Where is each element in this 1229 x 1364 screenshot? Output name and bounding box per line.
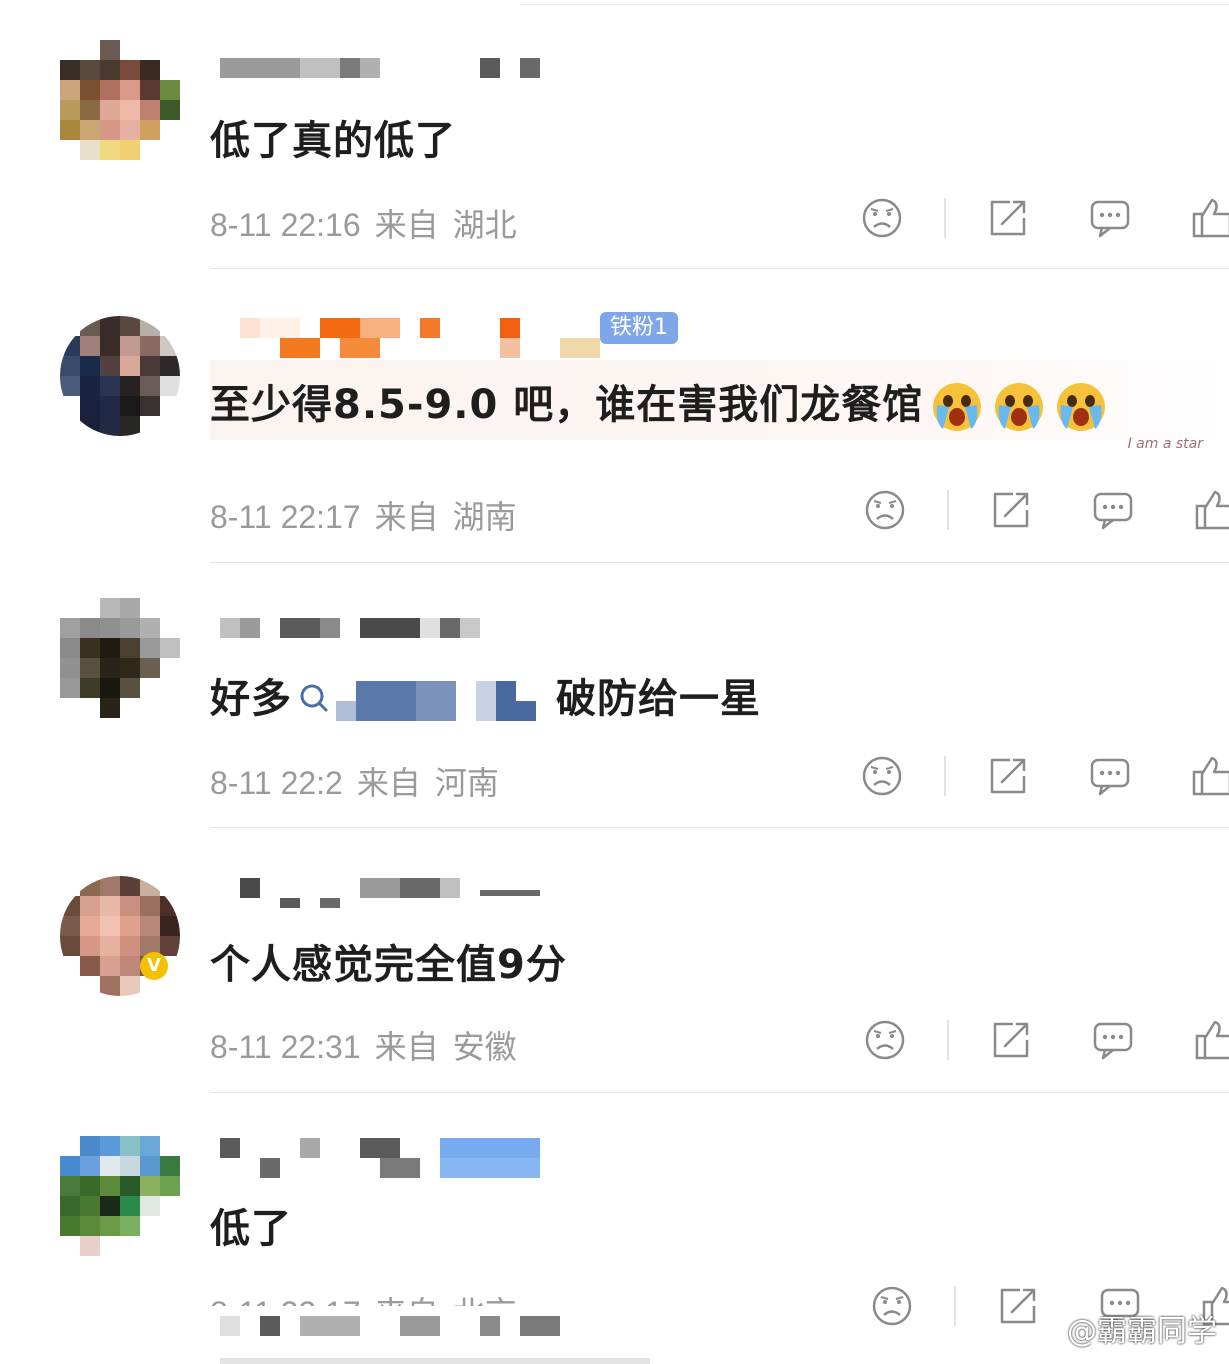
avatar[interactable]: [60, 316, 180, 436]
share-icon[interactable]: [986, 754, 1030, 798]
thumbs-up-icon[interactable]: [1193, 488, 1229, 532]
username-redacted[interactable]: [220, 1138, 560, 1178]
comment-location: 河南: [434, 765, 499, 801]
comment-actions: [860, 196, 1229, 244]
action-separator: [947, 1020, 949, 1060]
comment-text: 低了真的低了: [210, 118, 456, 164]
share-icon[interactable]: [989, 488, 1033, 532]
comment-divider: [210, 827, 1229, 828]
thumbs-up-icon[interactable]: [1190, 196, 1229, 240]
username-redacted[interactable]: [220, 618, 560, 644]
search-topic-redacted[interactable]: [336, 681, 556, 721]
comment-time: 8-11 22:16: [210, 207, 361, 243]
comment-bubble-icon[interactable]: [1088, 754, 1132, 798]
comment-meta: 8-11 22:17 来自 北京: [210, 1288, 531, 1306]
comment-from: 来自: [374, 1029, 439, 1065]
crying-emoji-icon: [1053, 379, 1109, 435]
comment-text: 个人感觉完全值9分: [210, 942, 567, 988]
comment-text-prefix: 好多: [210, 676, 292, 722]
action-separator: [944, 198, 946, 238]
comment-time: 8-11 22:17: [210, 499, 361, 535]
avatar[interactable]: [60, 1136, 180, 1256]
comment-time: 8-11 22:31: [210, 1029, 361, 1065]
username-redacted[interactable]: [220, 58, 560, 84]
search-icon[interactable]: [298, 678, 330, 724]
dislike-face-icon[interactable]: [863, 488, 907, 532]
avatar[interactable]: [60, 598, 180, 718]
share-icon[interactable]: [986, 196, 1030, 240]
comment-divider: [210, 1092, 1229, 1093]
comment-time: 8-11 22:2: [210, 765, 343, 801]
dislike-face-icon[interactable]: [863, 1018, 907, 1062]
thumbs-up-icon[interactable]: [1190, 754, 1229, 798]
comment-from: 来自: [374, 207, 439, 243]
comment-actions: [860, 754, 1229, 802]
comment-meta: 8-11 22:2 来自 河南: [210, 758, 513, 804]
dislike-face-icon[interactable]: [860, 754, 904, 798]
comment-meta: 8-11 22:17 来自 湖南: [210, 492, 531, 538]
comment-bubble-icon[interactable]: [1088, 196, 1132, 240]
username-redacted[interactable]: [220, 318, 600, 358]
comment-actions: [863, 1018, 1229, 1066]
comment-text-suffix: 破防给一星: [556, 676, 761, 722]
comment-location: 湖南: [452, 499, 517, 535]
avatar[interactable]: [60, 40, 180, 160]
top-divider: [520, 4, 1229, 5]
username-redacted-overlay: [220, 1316, 560, 1336]
thumbs-up-icon[interactable]: [1193, 1018, 1229, 1062]
crying-emoji-icon: [991, 379, 1047, 435]
crying-emoji-icon: [929, 379, 985, 435]
comment-location: 安徽: [452, 1029, 517, 1065]
comment-location: 北京: [453, 1295, 517, 1306]
action-separator: [944, 756, 946, 796]
share-icon[interactable]: [989, 1018, 1033, 1062]
share-icon[interactable]: [996, 1284, 1040, 1328]
comment-text: 至少得8.5-9.0 吧，谁在害我们龙餐馆: [210, 372, 1109, 435]
bottom-scroll-bar: [220, 1358, 650, 1364]
comment-meta: 8-11 22:31 来自 安徽: [210, 1022, 531, 1068]
avatar[interactable]: [60, 876, 180, 996]
comment-text: 好多 破防给一星: [210, 666, 761, 724]
fan-badge[interactable]: 铁粉1: [600, 312, 678, 344]
comment-text-content: 至少得8.5-9.0 吧，谁在害我们龙餐馆: [210, 382, 924, 428]
watermark: @霸霸同学: [1067, 1314, 1217, 1349]
comment-from: 来自: [375, 1295, 439, 1306]
action-separator: [947, 490, 949, 530]
comment-time: 8-11 22:17: [210, 1295, 361, 1306]
comment-divider: [210, 268, 1229, 269]
comment-from: 来自: [374, 499, 439, 535]
comment-from: 来自: [356, 765, 421, 801]
comment-text: 低了: [210, 1206, 292, 1252]
comment-divider: [210, 562, 1229, 563]
dislike-face-icon[interactable]: [870, 1284, 914, 1328]
dislike-face-icon[interactable]: [860, 196, 904, 240]
vip-badge-icon: V: [140, 952, 168, 980]
comment-bubble-icon[interactable]: [1091, 488, 1135, 532]
comment-meta: 8-11 22:16 来自 湖北: [210, 200, 531, 246]
username-redacted[interactable]: [220, 878, 560, 908]
decor-card-tag: I am a star: [1127, 436, 1203, 452]
action-separator: [954, 1286, 956, 1326]
comment-bubble-icon[interactable]: [1091, 1018, 1135, 1062]
comment-location: 湖北: [452, 207, 517, 243]
comment-actions: [863, 488, 1229, 536]
